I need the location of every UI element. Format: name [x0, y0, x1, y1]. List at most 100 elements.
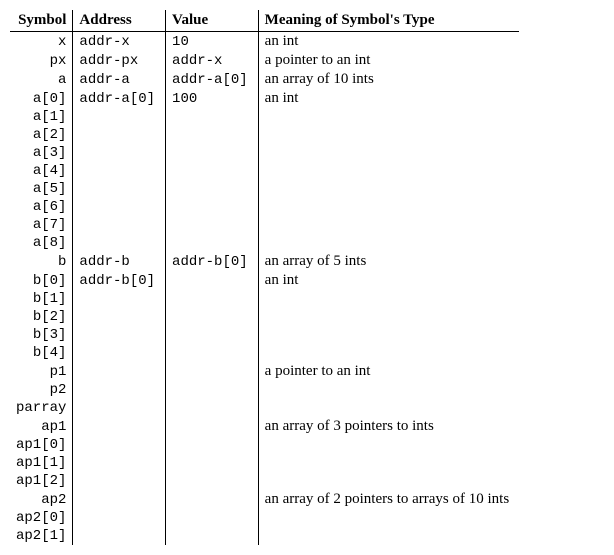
cell-value: 10: [166, 32, 259, 52]
cell-meaning: [258, 180, 519, 198]
cell-symbol: p1: [10, 362, 73, 381]
cell-address: [73, 180, 166, 198]
cell-meaning: [258, 198, 519, 216]
cell-meaning: an array of 3 pointers to ints: [258, 417, 519, 436]
cell-value: [166, 490, 259, 509]
table-row: ap2[0]: [10, 509, 519, 527]
table-row: p2: [10, 381, 519, 399]
cell-value: addr-a[0]: [166, 70, 259, 89]
cell-meaning: [258, 326, 519, 344]
cell-address: [73, 472, 166, 490]
table-row: xaddr-x10an int: [10, 32, 519, 52]
table-row: a[4]: [10, 162, 519, 180]
cell-address: [73, 527, 166, 545]
cell-symbol: ap1[0]: [10, 436, 73, 454]
header-value: Value: [166, 10, 259, 32]
table-row: b[2]: [10, 308, 519, 326]
cell-value: [166, 271, 259, 290]
cell-value: [166, 126, 259, 144]
cell-value: addr-x: [166, 51, 259, 70]
table-row: a[5]: [10, 180, 519, 198]
table-row: p1a pointer to an int: [10, 362, 519, 381]
table-row: pxaddr-pxaddr-xa pointer to an int: [10, 51, 519, 70]
cell-meaning: [258, 234, 519, 252]
cell-symbol: a[3]: [10, 144, 73, 162]
cell-address: addr-b: [73, 252, 166, 271]
table-row: a[8]: [10, 234, 519, 252]
table-row: b[1]: [10, 290, 519, 308]
cell-address: [73, 290, 166, 308]
cell-symbol: a[6]: [10, 198, 73, 216]
table-row: ap1[1]: [10, 454, 519, 472]
table-row: ap1[2]: [10, 472, 519, 490]
cell-symbol: a[8]: [10, 234, 73, 252]
cell-address: [73, 344, 166, 362]
cell-symbol: ap2[0]: [10, 509, 73, 527]
cell-meaning: [258, 216, 519, 234]
table-row: a[7]: [10, 216, 519, 234]
cell-symbol: a[7]: [10, 216, 73, 234]
table-row: ap2[1]: [10, 527, 519, 545]
cell-address: [73, 162, 166, 180]
cell-symbol: b[3]: [10, 326, 73, 344]
table-row: a[3]: [10, 144, 519, 162]
cell-address: [73, 126, 166, 144]
table-row: baddr-baddr-b[0]an array of 5 ints: [10, 252, 519, 271]
cell-meaning: [258, 144, 519, 162]
cell-meaning: [258, 509, 519, 527]
cell-address: [73, 381, 166, 399]
cell-symbol: ap1[2]: [10, 472, 73, 490]
cell-symbol: b: [10, 252, 73, 271]
cell-value: [166, 362, 259, 381]
cell-meaning: a pointer to an int: [258, 51, 519, 70]
table-row: b[4]: [10, 344, 519, 362]
cell-symbol: a[2]: [10, 126, 73, 144]
header-meaning: Meaning of Symbol's Type: [258, 10, 519, 32]
cell-symbol: ap2[1]: [10, 527, 73, 545]
table-row: ap1[0]: [10, 436, 519, 454]
cell-symbol: px: [10, 51, 73, 70]
cell-value: [166, 234, 259, 252]
cell-value: [166, 454, 259, 472]
cell-symbol: b[0]: [10, 271, 73, 290]
cell-value: 100: [166, 89, 259, 108]
cell-symbol: a: [10, 70, 73, 89]
cell-value: [166, 216, 259, 234]
cell-value: [166, 308, 259, 326]
cell-value: [166, 162, 259, 180]
cell-meaning: [258, 126, 519, 144]
cell-value: [166, 108, 259, 126]
cell-meaning: [258, 399, 519, 417]
cell-meaning: an array of 10 ints: [258, 70, 519, 89]
table-row: aaddr-aaddr-a[0]an array of 10 ints: [10, 70, 519, 89]
table-row: parray: [10, 399, 519, 417]
cell-value: addr-b[0]: [166, 252, 259, 271]
cell-meaning: [258, 472, 519, 490]
cell-value: [166, 198, 259, 216]
header-address: Address: [73, 10, 166, 32]
cell-meaning: [258, 436, 519, 454]
table-row: a[0]addr-a[0]100an int: [10, 89, 519, 108]
cell-address: [73, 198, 166, 216]
cell-address: [73, 108, 166, 126]
cell-address: [73, 216, 166, 234]
cell-meaning: [258, 344, 519, 362]
cell-address: [73, 509, 166, 527]
cell-address: addr-px: [73, 51, 166, 70]
cell-symbol: b[4]: [10, 344, 73, 362]
cell-symbol: ap1: [10, 417, 73, 436]
cell-address: [73, 234, 166, 252]
table-body: xaddr-x10an intpxaddr-pxaddr-xa pointer …: [10, 32, 519, 546]
cell-value: [166, 180, 259, 198]
cell-meaning: [258, 162, 519, 180]
cell-meaning: [258, 290, 519, 308]
cell-value: [166, 436, 259, 454]
cell-value: [166, 326, 259, 344]
cell-symbol: b[1]: [10, 290, 73, 308]
cell-value: [166, 417, 259, 436]
cell-address: [73, 144, 166, 162]
cell-meaning: [258, 308, 519, 326]
symbol-table: Symbol Address Value Meaning of Symbol's…: [10, 10, 519, 545]
cell-value: [166, 381, 259, 399]
cell-symbol: a[4]: [10, 162, 73, 180]
